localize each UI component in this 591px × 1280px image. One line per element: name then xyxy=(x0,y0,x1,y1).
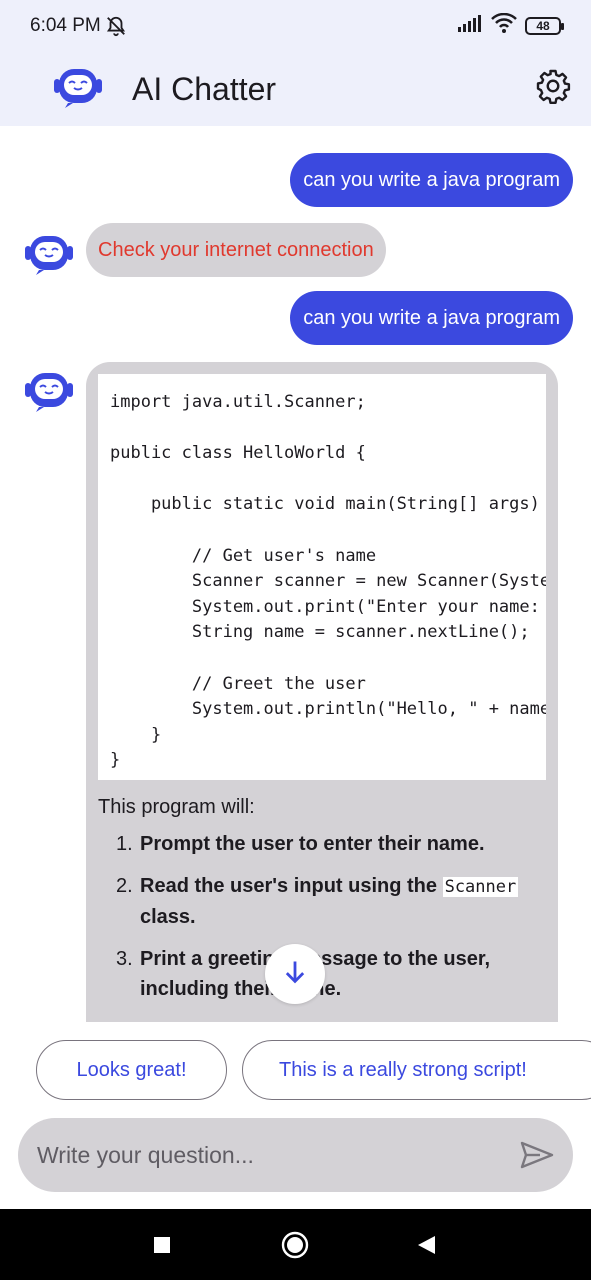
step-text: Read the user's input using the Scanner c… xyxy=(140,871,546,932)
code-line: Scanner scanner = new Scanner(System.in)… xyxy=(191,571,546,592)
list-item: 1. Prompt the user to enter their name. xyxy=(116,829,546,859)
suggestion-chip[interactable]: This is a really strong script! xyxy=(242,1040,591,1100)
code-line: // Get user's name xyxy=(110,545,377,566)
inline-code: Scanner xyxy=(442,877,519,897)
signal-icon xyxy=(457,14,483,38)
scroll-down-button[interactable] xyxy=(265,944,325,1004)
question-input[interactable] xyxy=(37,1141,497,1169)
gear-icon[interactable] xyxy=(533,66,573,106)
suggestion-chips: Looks great! This is a really strong scr… xyxy=(0,1040,591,1102)
step-text-part: class. xyxy=(140,906,196,928)
home-icon[interactable] xyxy=(281,1231,309,1259)
code-block[interactable]: import java.util.Scanner; public class H… xyxy=(98,374,546,780)
code-line: } xyxy=(110,724,162,745)
code-line: } xyxy=(110,750,121,771)
status-time: 6:04 PM xyxy=(30,15,101,36)
system-nav-bar xyxy=(0,1209,591,1280)
user-message: can you write a java program xyxy=(290,291,573,345)
send-icon[interactable] xyxy=(519,1138,555,1172)
status-right: 48 xyxy=(457,12,564,39)
code-line: // Greet the user xyxy=(110,673,366,694)
robot-icon xyxy=(22,369,76,413)
robot-icon xyxy=(22,232,76,276)
step-text: Prompt the user to enter their name. xyxy=(140,833,485,855)
code-line: import java.util.Scanner; xyxy=(110,392,366,412)
user-message: can you write a java program xyxy=(290,153,573,207)
question-input-bar xyxy=(18,1118,573,1192)
code-line: public static void main(String[] args) { xyxy=(110,494,546,515)
app-title: AI Chatter xyxy=(132,70,277,107)
list-item: 3. Print a greeting message to the user,… xyxy=(116,944,546,1004)
robot-icon xyxy=(52,65,104,114)
bot-error-message: Check your internet connection xyxy=(86,223,386,277)
step-number: 2. xyxy=(116,875,133,897)
recents-icon[interactable] xyxy=(148,1231,176,1259)
wifi-icon xyxy=(491,12,517,39)
suggestion-chip[interactable]: Looks great! xyxy=(36,1040,227,1100)
program-intro: This program will: xyxy=(98,796,255,818)
back-icon[interactable] xyxy=(412,1231,440,1259)
code-line: System.out.print("Enter your name: "); xyxy=(110,596,546,617)
list-item: 2. Read the user's input using the Scann… xyxy=(116,871,546,932)
app-bar: AI Chatter xyxy=(0,52,591,126)
bot-code-message: import java.util.Scanner; public class H… xyxy=(86,362,558,1022)
step-number: 1. xyxy=(116,833,133,855)
step-text-part: Read the user's input using the xyxy=(140,875,443,897)
chat-list[interactable]: can you write a java program Check your … xyxy=(0,126,591,1022)
code-line: String name = scanner.nextLine(); xyxy=(110,622,530,643)
muted-bell-icon xyxy=(105,15,127,37)
battery-icon: 48 xyxy=(525,17,564,35)
status-bar: 6:04 PM 48 xyxy=(0,0,591,52)
step-number: 3. xyxy=(116,948,133,970)
code-line: public class HelloWorld { xyxy=(110,443,366,464)
step-text: Print a greeting message to the user, in… xyxy=(140,948,491,1000)
code-line: System.out.println("Hello, " + name); xyxy=(110,699,546,720)
arrow-down-icon xyxy=(281,958,309,991)
